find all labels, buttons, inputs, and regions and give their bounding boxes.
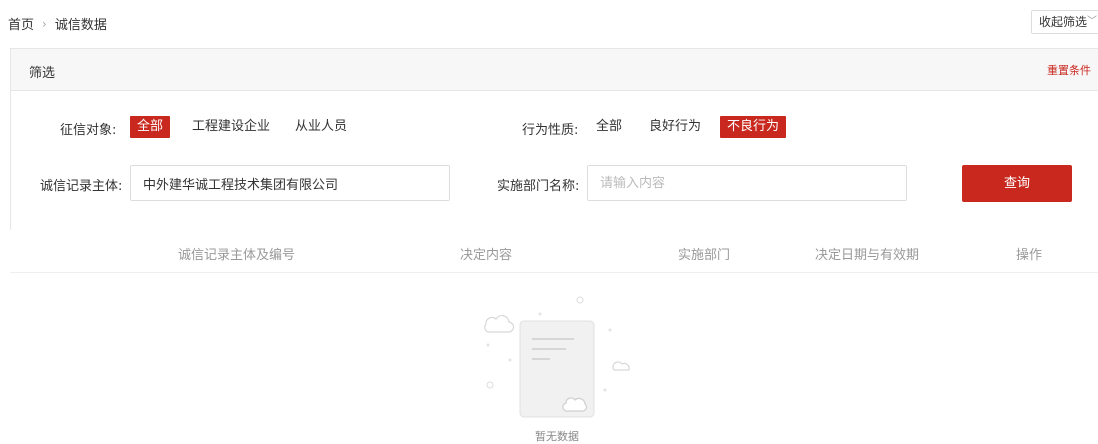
subject-type-label: 征信对象: <box>60 123 117 138</box>
column-header-actions: 操作 <box>1016 248 1043 263</box>
collapse-filter-label: 收起筛选 <box>1038 15 1087 29</box>
query-button[interactable]: 查询 <box>962 165 1072 202</box>
subject-field-label: 诚信记录主体: <box>40 179 123 194</box>
department-field-label: 实施部门名称: <box>497 179 580 194</box>
column-header-subject: 诚信记录主体及编号 <box>178 248 296 263</box>
behavior-type-option-all[interactable]: 全部 <box>589 116 629 138</box>
behavior-type-label: 行为性质: <box>522 123 579 138</box>
behavior-type-option-bad[interactable]: 不良行为 <box>720 116 787 138</box>
filter-panel: 筛选 重置条件 <box>10 48 1098 230</box>
column-header-date: 决定日期与有效期 <box>815 248 920 263</box>
reset-conditions-link[interactable]: 重置条件 <box>1047 62 1091 78</box>
subject-type-option-all[interactable]: 全部 <box>130 116 171 138</box>
empty-document-icon <box>484 296 630 418</box>
column-header-content: 决定内容 <box>460 248 513 263</box>
breadcrumb-separator-icon: › <box>42 16 47 31</box>
breadcrumb-current: 诚信数据 <box>54 18 107 33</box>
subject-type-option-enterprise[interactable]: 工程建设企业 <box>185 116 277 138</box>
empty-state-text: 暂无数据 <box>535 430 579 443</box>
behavior-type-option-good[interactable]: 良好行为 <box>642 116 708 138</box>
collapse-filter-button[interactable]: 收起筛选 ﹀ <box>1030 10 1098 34</box>
column-header-department: 实施部门 <box>678 248 731 263</box>
chevron-down-icon: ﹀ <box>1087 16 1097 27</box>
department-input[interactable] <box>587 165 907 201</box>
breadcrumb-home-link[interactable]: 首页 <box>8 14 34 33</box>
subject-type-option-practitioner[interactable]: 从业人员 <box>288 116 354 138</box>
breadcrumb: 首页 › 诚信数据 <box>8 14 107 34</box>
table-header-divider <box>10 272 1098 273</box>
filter-panel-header: 筛选 重置条件 <box>11 49 1098 91</box>
subject-input[interactable] <box>130 165 450 201</box>
filter-title: 筛选 <box>29 66 56 81</box>
